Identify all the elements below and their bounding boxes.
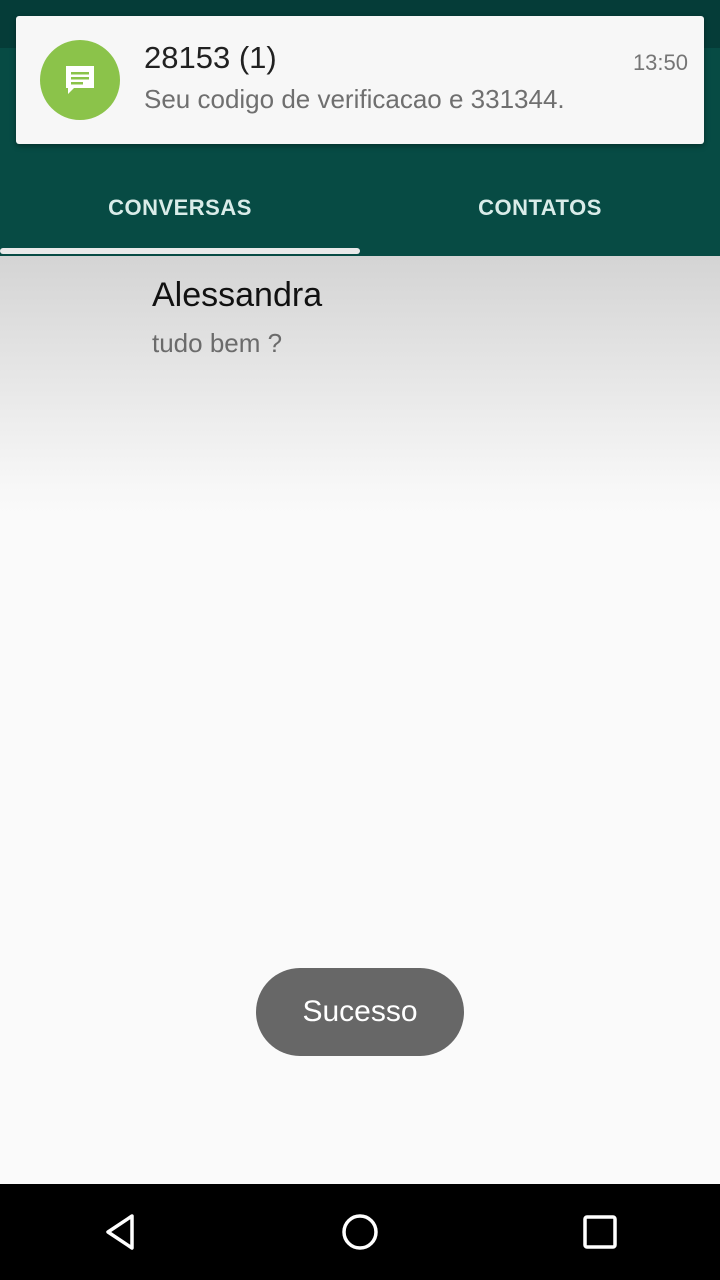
- toast-message: Sucesso: [256, 968, 464, 1056]
- tab-conversas-label: CONVERSAS: [108, 195, 252, 220]
- recents-icon: [583, 1215, 617, 1249]
- conversation-item[interactable]: Alessandra tudo bem ?: [0, 256, 720, 386]
- navigation-bar: [0, 1184, 720, 1280]
- toast-text: Sucesso: [302, 995, 418, 1028]
- back-icon: [106, 1214, 134, 1250]
- tab-conversas[interactable]: CONVERSAS: [0, 160, 360, 256]
- notification-time: 13:50: [632, 50, 688, 75]
- tab-contatos-label: CONTATOS: [478, 195, 602, 220]
- notification-card[interactable]: 28153 (1) Seu codigo de verificacao e 33…: [16, 16, 704, 144]
- notification-title: 28153 (1): [144, 40, 277, 75]
- back-button[interactable]: [72, 1184, 168, 1280]
- tab-contatos[interactable]: CONTATOS: [360, 160, 720, 256]
- conversation-last-message: tudo bem ?: [152, 328, 283, 358]
- tab-bar: CONVERSAS CONTATOS: [0, 160, 720, 256]
- notification-text: Seu codigo de verificacao e 331344.: [144, 84, 565, 114]
- home-icon: [342, 1214, 378, 1250]
- home-button[interactable]: [312, 1184, 408, 1280]
- recents-button[interactable]: [552, 1184, 648, 1280]
- message-icon: [40, 40, 120, 120]
- tab-indicator: [0, 248, 360, 254]
- conversation-name: Alessandra: [152, 276, 323, 314]
